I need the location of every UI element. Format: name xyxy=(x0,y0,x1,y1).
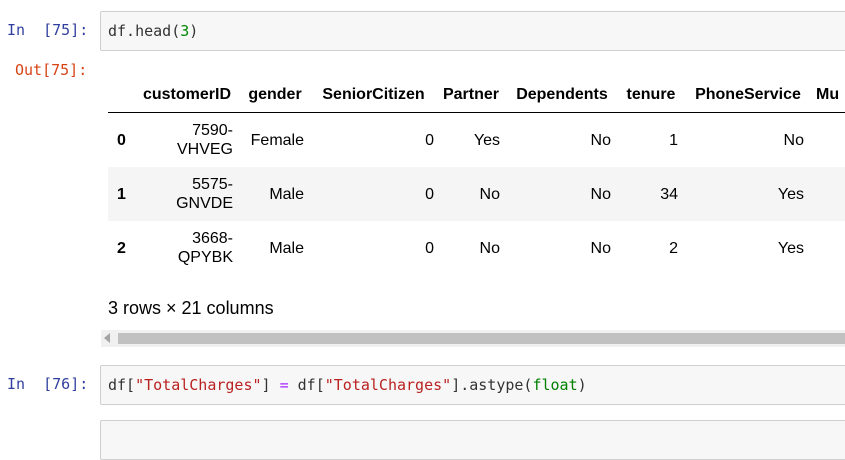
cell-text: GNVDE xyxy=(176,195,233,212)
table-row: 0 7590- VHVEG Female 0 Yes No 1 No xyxy=(108,113,845,167)
table-row: 1 5575- GNVDE Male 0 No No 34 Yes xyxy=(108,167,845,221)
cell-tenure: 2 xyxy=(669,239,678,257)
cell-tenure: 34 xyxy=(660,185,678,203)
in-prompt: In [76]: xyxy=(7,375,88,393)
cell-dependents: No xyxy=(590,239,611,257)
cell-customer-id: 3668- QPYBK xyxy=(138,221,233,275)
dataframe-table: customerID gender SeniorCitizen Partner … xyxy=(108,76,845,275)
column-header: tenure xyxy=(626,85,676,103)
cell-senior-citizen: 0 xyxy=(425,185,434,203)
code-token-operator: = xyxy=(279,376,289,394)
in-label: In xyxy=(7,375,26,393)
table-row: 2 3668- QPYBK Male 0 No No 2 Yes xyxy=(108,221,845,275)
cell-text: 7590- xyxy=(192,122,233,139)
code-token: df.head( xyxy=(108,22,181,40)
cell-senior-citizen: 0 xyxy=(425,131,434,149)
row-index: 1 xyxy=(117,185,126,203)
code-cell-next[interactable] xyxy=(100,420,845,460)
code-token-string: "TotalCharges" xyxy=(324,376,452,394)
code-token: df[ xyxy=(108,376,136,394)
in-label: In xyxy=(7,21,26,39)
code-token-number: 3 xyxy=(180,22,190,40)
cell-dependents: No xyxy=(590,131,611,149)
column-header: SeniorCitizen xyxy=(322,85,425,103)
cell-phone-service: No xyxy=(783,131,804,149)
row-index: 2 xyxy=(117,239,126,257)
cell-text: 5575- xyxy=(192,176,233,193)
out-prompt: Out[75]: xyxy=(15,61,88,79)
column-header: Dependents xyxy=(516,85,608,103)
execution-count: [76]: xyxy=(43,375,89,393)
code-token: df[ xyxy=(288,376,325,394)
code-token: ].astype( xyxy=(451,376,533,394)
cell-gender: Female xyxy=(250,131,304,149)
cell-text: QPYBK xyxy=(177,249,233,266)
cell-text: 3668- xyxy=(192,230,233,247)
cell-dependents: No xyxy=(590,185,611,203)
code-token: ) xyxy=(577,376,587,394)
code-editor[interactable]: df["TotalCharges"] = df["TotalCharges"].… xyxy=(108,376,587,394)
cell-phone-service: Yes xyxy=(777,239,804,257)
column-header: PhoneService xyxy=(695,85,801,103)
column-header: Partner xyxy=(442,85,500,103)
code-token: ) xyxy=(189,22,199,40)
row-index: 0 xyxy=(117,131,126,149)
code-token: ] xyxy=(261,376,280,394)
column-header: customerID xyxy=(142,85,232,103)
code-token-string: "TotalCharges" xyxy=(135,376,262,394)
cell-partner: No xyxy=(479,185,500,203)
scrollbar-thumb[interactable] xyxy=(118,333,845,344)
scroll-left-icon[interactable] xyxy=(104,333,110,343)
column-header: Mu xyxy=(816,85,840,103)
in-prompt: In [75]: xyxy=(7,21,88,39)
dataframe-shape-text: 3 rows × 21 columns xyxy=(108,298,274,318)
cell-partner: No xyxy=(479,239,500,257)
column-header: gender xyxy=(248,85,302,103)
cell-gender: Male xyxy=(269,239,304,257)
code-cell-76[interactable]: df["TotalCharges"] = df["TotalCharges"].… xyxy=(100,365,845,405)
code-editor[interactable]: df.head(3) xyxy=(108,22,198,40)
code-cell-75[interactable]: df.head(3) xyxy=(100,11,845,51)
execution-count: [75]: xyxy=(43,21,89,39)
cell-text: VHVEG xyxy=(176,141,233,158)
cell-tenure: 1 xyxy=(669,131,678,149)
cell-senior-citizen: 0 xyxy=(425,239,434,257)
cell-customer-id: 5575- GNVDE xyxy=(138,167,233,221)
cell-gender: Male xyxy=(269,185,304,203)
table-header: customerID gender SeniorCitizen Partner … xyxy=(108,76,845,113)
cell-phone-service: Yes xyxy=(777,185,804,203)
cell-partner: Yes xyxy=(473,131,500,149)
output-horizontal-scrollbar[interactable] xyxy=(101,330,845,347)
cell-customer-id: 7590- VHVEG xyxy=(138,113,233,167)
code-token-builtin: float xyxy=(532,376,578,394)
